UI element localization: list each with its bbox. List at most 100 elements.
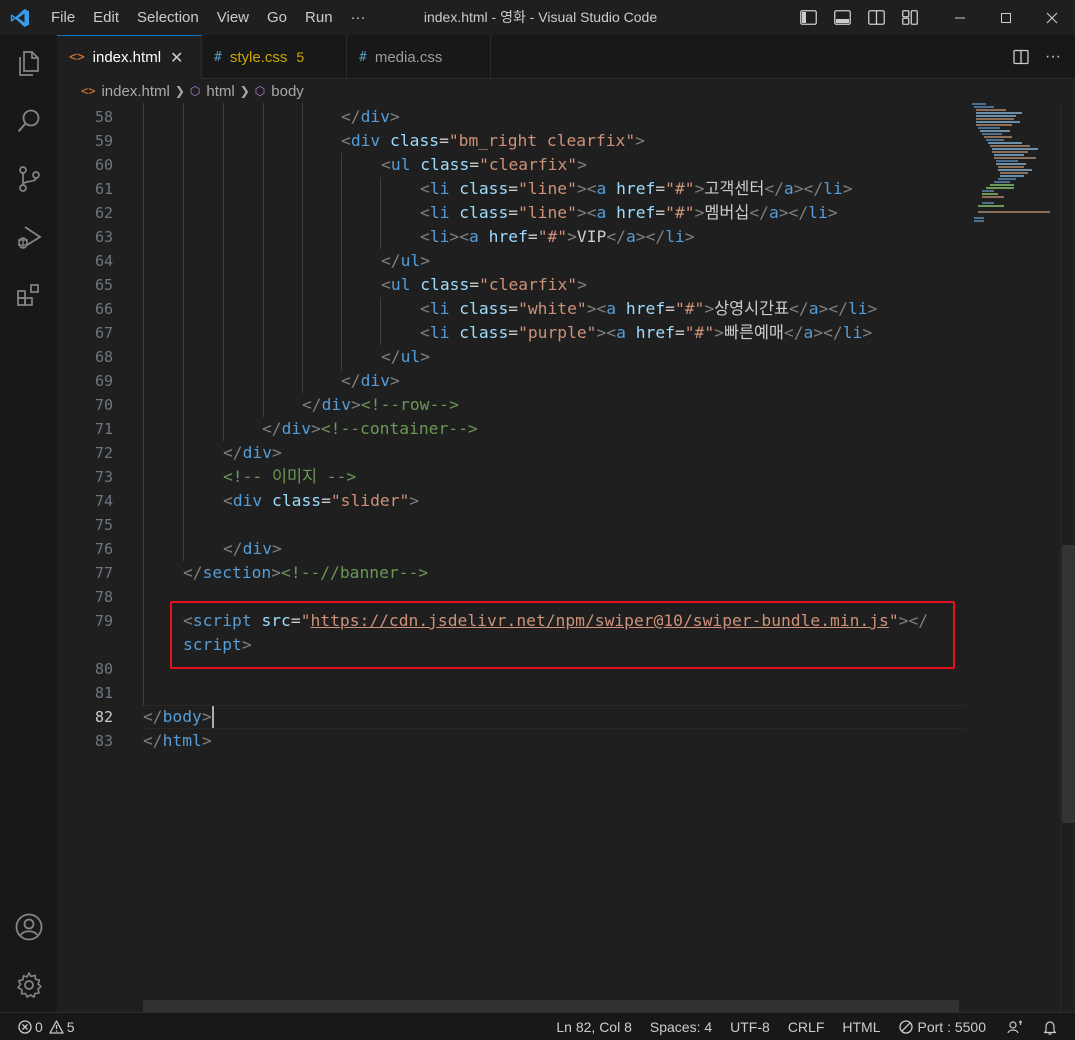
close-tab-icon[interactable]: ✕ [170,48,183,68]
menu-go[interactable]: Go [258,0,296,35]
indent-guide [380,177,381,249]
line-number: 80 [94,660,113,678]
link-text: 빠른예매 [723,323,784,342]
code-editor[interactable]: 58 59 60 61 62 63 64 65 66 67 68 69 70 7… [57,103,1075,1012]
maximize-icon[interactable] [983,0,1029,35]
horizontal-scrollbar[interactable] [143,1000,959,1012]
code-line: <div class="slider"> [223,491,420,510]
toggle-panel-icon[interactable] [825,0,859,35]
code-line: <!-- 이미지 --> [223,465,356,489]
html-file-icon: <> [81,84,96,98]
editor-actions: ··· [1005,35,1075,79]
code-line: <div class="bm_right clearfix"> [341,131,645,150]
minimap[interactable] [972,103,1062,283]
menu-view[interactable]: View [208,0,258,35]
editor-tabs: <> index.html ✕ # style.css 5 # media.cs… [57,35,1075,79]
explorer-icon[interactable] [0,37,57,89]
live-server-status[interactable]: Port : 5500 [890,1013,996,1040]
annotation-highlight-box [170,601,955,669]
line-number: 78 [94,588,113,606]
run-debug-icon[interactable] [0,211,57,263]
scrollbar-thumb[interactable] [1062,545,1075,823]
toggle-secondary-sidebar-icon[interactable] [859,0,893,35]
menu-run[interactable]: Run [296,0,342,35]
tab-index-html[interactable]: <> index.html ✕ [57,35,202,79]
line-number: 79 [94,612,113,630]
feedback-icon[interactable] [995,1020,1035,1035]
notifications-bell-icon[interactable] [1035,1020,1075,1035]
status-left: 0 5 [18,1013,90,1040]
menu-edit[interactable]: Edit [84,0,128,35]
line-number: 76 [94,540,113,558]
close-window-icon[interactable] [1029,0,1075,35]
warning-icon [49,1020,64,1034]
code-line: </html> [143,731,212,750]
element-icon: ⬡ [254,84,266,98]
indent-guide [302,103,303,393]
line-number: 83 [94,732,113,750]
problems-status[interactable]: 0 5 [18,1013,90,1040]
cursor-position[interactable]: Ln 82, Col 8 [547,1013,641,1040]
code-line: </section><!--//banner--> [183,563,429,582]
port-label: Port : 5500 [917,1019,987,1035]
extensions-icon[interactable] [0,269,57,321]
indentation[interactable]: Spaces: 4 [641,1013,721,1040]
line-number: 58 [94,108,113,126]
code-line: </div><!--row--> [302,395,459,414]
css-file-icon: # [214,49,222,65]
customize-layout-icon[interactable] [893,0,927,35]
link-text: VIP [576,227,607,246]
title-bar: File Edit Selection View Go Run ··· inde… [0,0,1075,35]
line-number: 59 [94,132,113,150]
window-title-text: index.html - 영화 - Visual Studio Code [423,9,658,25]
activity-bar [0,35,57,1012]
account-icon[interactable] [0,901,57,953]
menu-selection[interactable]: Selection [128,0,208,35]
title-controls [791,0,1075,35]
line-number: 61 [94,180,113,198]
source-control-icon[interactable] [0,153,57,205]
indent-guide [143,103,144,705]
end-of-line[interactable]: CRLF [779,1013,834,1040]
html-file-icon: <> [69,50,85,65]
tab-media-css[interactable]: # media.css [347,35,491,79]
breadcrumb-html[interactable]: html [206,83,234,100]
link-text: 고객센터 [704,179,765,198]
split-editor-icon[interactable] [1005,35,1037,79]
encoding[interactable]: UTF-8 [721,1013,779,1040]
tab-style-css[interactable]: # style.css 5 [202,35,347,79]
line-number: 77 [94,564,113,582]
line-number: 71 [94,420,113,438]
minimize-icon[interactable] [937,0,983,35]
code-line: </div> [341,107,400,126]
indent-guide [263,103,264,417]
indent-guide [341,153,342,371]
menu-more[interactable]: ··· [342,0,375,35]
line-number: 65 [94,276,113,294]
code-line: </div> [341,371,400,390]
text-cursor [212,706,214,728]
tab-label: media.css [374,48,443,66]
manage-gear-icon[interactable] [0,959,57,1011]
breadcrumb-file[interactable]: index.html [101,83,169,100]
indent-guide [380,297,381,345]
toggle-primary-sidebar-icon[interactable] [791,0,825,35]
code-line: <li><a href="#">VIP</a></li> [420,227,695,246]
error-count: 0 [35,1019,43,1035]
breadcrumb: <> index.html ❯ ⬡ html ❯ ⬡ body [57,79,1075,103]
menu-file[interactable]: File [40,0,84,35]
line-number: 66 [94,300,113,318]
code-line: <li class="purple"><a href="#">빠른예매</a><… [420,323,873,342]
search-icon[interactable] [0,95,57,147]
code-line: </div> [223,539,282,558]
vertical-scrollbar[interactable] [1060,103,1075,1012]
language-mode[interactable]: HTML [833,1013,889,1040]
vscode-logo-icon [0,0,40,35]
line-number: 69 [94,372,113,390]
code-line: <ul class="clearfix"> [381,155,587,174]
line-number: 68 [94,348,113,366]
error-icon [18,1020,32,1034]
breadcrumb-body[interactable]: body [271,83,304,100]
more-actions-icon[interactable]: ··· [1037,35,1069,79]
element-icon: ⬡ [189,84,201,98]
